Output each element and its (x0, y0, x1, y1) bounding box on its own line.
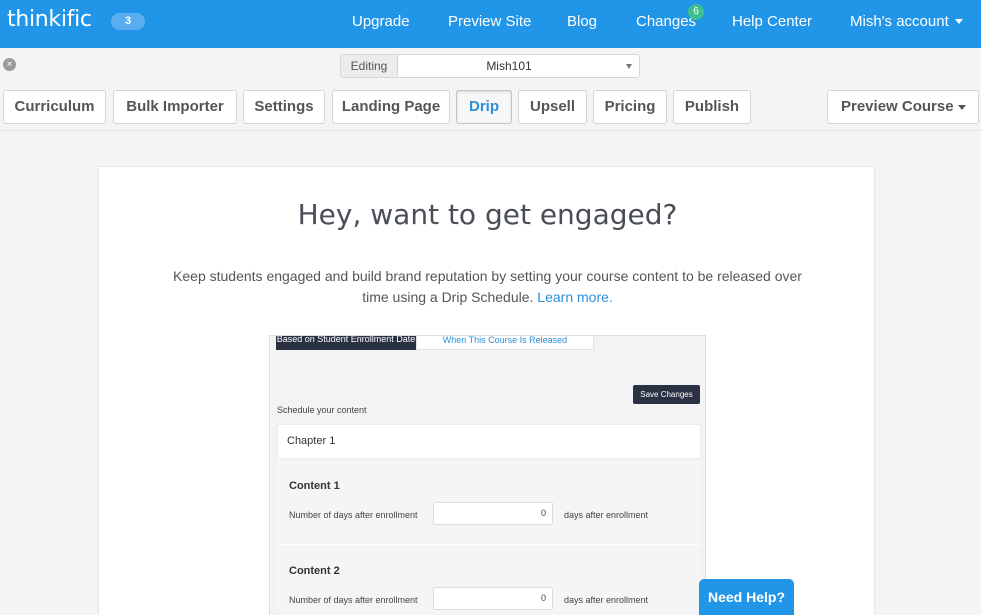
notification-count-badge[interactable]: 3 (111, 13, 145, 30)
tab-landing-page[interactable]: Landing Page (332, 90, 450, 124)
tab-bulk-importer[interactable]: Bulk Importer (113, 90, 237, 124)
preview-content-row: Content 1 Number of days after enrollmen… (277, 460, 701, 545)
nav-blog-link[interactable]: Blog (567, 13, 597, 30)
course-select-value[interactable]: Mish101 (398, 55, 620, 77)
drip-intro-card: Hey, want to get engaged? Keep students … (98, 166, 875, 615)
tab-publish[interactable]: Publish (673, 90, 751, 124)
nav-upgrade-link[interactable]: Upgrade (352, 13, 410, 30)
preview-chapter-row: Chapter 1 (277, 424, 701, 459)
top-navbar: thinkific 3 Upgrade Preview Site Blog Ch… (0, 0, 981, 48)
preview-days-input: 0 (433, 587, 553, 610)
preview-content-row: Content 2 Number of days after enrollmen… (277, 545, 701, 615)
chevron-down-icon[interactable] (626, 64, 632, 69)
preview-course-label: Preview Course (841, 98, 954, 115)
drip-description: Keep students engaged and build brand re… (159, 266, 816, 308)
editing-label: Editing (341, 55, 398, 77)
chevron-down-icon[interactable] (958, 105, 966, 110)
course-select[interactable]: Editing Mish101 (340, 54, 640, 78)
account-menu[interactable]: Mish's account (850, 13, 949, 30)
page-title: Hey, want to get engaged? (297, 198, 678, 231)
need-help-button[interactable]: Need Help? (699, 579, 794, 615)
changes-count-badge: 6 (688, 4, 704, 20)
thinkific-logo[interactable]: thinkific (7, 7, 92, 32)
close-icon[interactable]: × (3, 58, 16, 71)
preview-content-title: Content 2 (289, 565, 340, 577)
preview-content-label: Number of days after enrollment (289, 510, 418, 520)
preview-save-changes-button: Save Changes (633, 385, 700, 404)
preview-tab-released: When This Course Is Released (416, 336, 594, 350)
tab-pricing[interactable]: Pricing (593, 90, 667, 124)
preview-days-input: 0 (433, 502, 553, 525)
preview-schedule-label: Schedule your content (277, 405, 367, 415)
preview-content-after: days after enrollment (564, 595, 649, 605)
preview-content-title: Content 1 (289, 480, 340, 492)
learn-more-link[interactable]: Learn more. (537, 289, 612, 305)
drip-description-text: Keep students engaged and build brand re… (173, 268, 802, 305)
nav-preview-site-link[interactable]: Preview Site (448, 13, 531, 30)
tab-settings[interactable]: Settings (243, 90, 325, 124)
tab-upsell[interactable]: Upsell (518, 90, 587, 124)
preview-chapter-title: Chapter 1 (287, 435, 336, 447)
chevron-down-icon[interactable] (955, 19, 963, 24)
nav-changes-link[interactable]: Changes (636, 13, 696, 30)
preview-content-label: Number of days after enrollment (289, 595, 418, 605)
preview-content-after: days after enrollment (564, 510, 649, 520)
tab-drip[interactable]: Drip (456, 90, 512, 124)
preview-tab-enrollment: Based on Student Enrollment Date (276, 336, 416, 350)
tab-curriculum[interactable]: Curriculum (3, 90, 106, 124)
preview-course-button[interactable]: Preview Course (827, 90, 979, 124)
divider (0, 130, 981, 131)
drip-schedule-preview-image: Based on Student Enrollment Date When Th… (269, 335, 706, 615)
nav-help-center-link[interactable]: Help Center (732, 13, 812, 30)
